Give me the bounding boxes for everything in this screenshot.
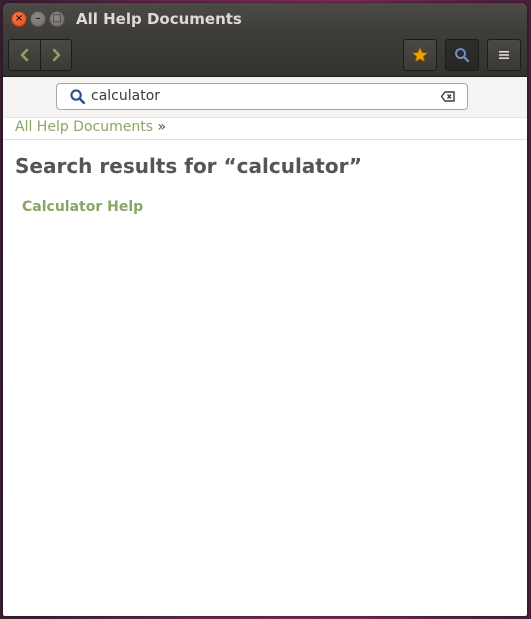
- hamburger-menu-icon: [499, 51, 509, 59]
- chevron-right-icon: [52, 48, 60, 62]
- breadcrumb-link-all-help-documents[interactable]: All Help Documents: [15, 119, 153, 135]
- search-field[interactable]: [56, 83, 468, 110]
- star-icon: [411, 46, 429, 63]
- search-toggle-button[interactable]: [445, 39, 479, 71]
- minimize-button[interactable]: –: [30, 11, 46, 27]
- forward-button[interactable]: [40, 40, 71, 70]
- clear-search-icon[interactable]: [441, 91, 455, 102]
- divider: [3, 139, 527, 140]
- search-input[interactable]: [91, 86, 421, 105]
- page-title: Search results for “calculator”: [15, 154, 362, 178]
- chevron-left-icon: [20, 48, 28, 62]
- bookmark-button[interactable]: [403, 39, 437, 71]
- search-icon: [455, 48, 470, 63]
- navigation-group: [8, 39, 72, 71]
- breadcrumb: All Help Documents »: [15, 119, 166, 135]
- maximize-button[interactable]: □: [49, 11, 65, 27]
- search-icon: [70, 89, 86, 105]
- window-title: All Help Documents: [76, 10, 242, 28]
- menu-button[interactable]: [487, 39, 521, 71]
- close-button[interactable]: ×: [11, 11, 27, 27]
- search-result-link[interactable]: Calculator Help: [22, 199, 143, 215]
- help-window: × – □ All Help Documents calculator All …: [3, 3, 527, 616]
- search-bar: [3, 77, 527, 118]
- toolbar: [3, 35, 527, 77]
- breadcrumb-separator: »: [157, 119, 167, 135]
- titlebar: × – □ All Help Documents: [3, 3, 527, 35]
- back-button[interactable]: [9, 40, 41, 70]
